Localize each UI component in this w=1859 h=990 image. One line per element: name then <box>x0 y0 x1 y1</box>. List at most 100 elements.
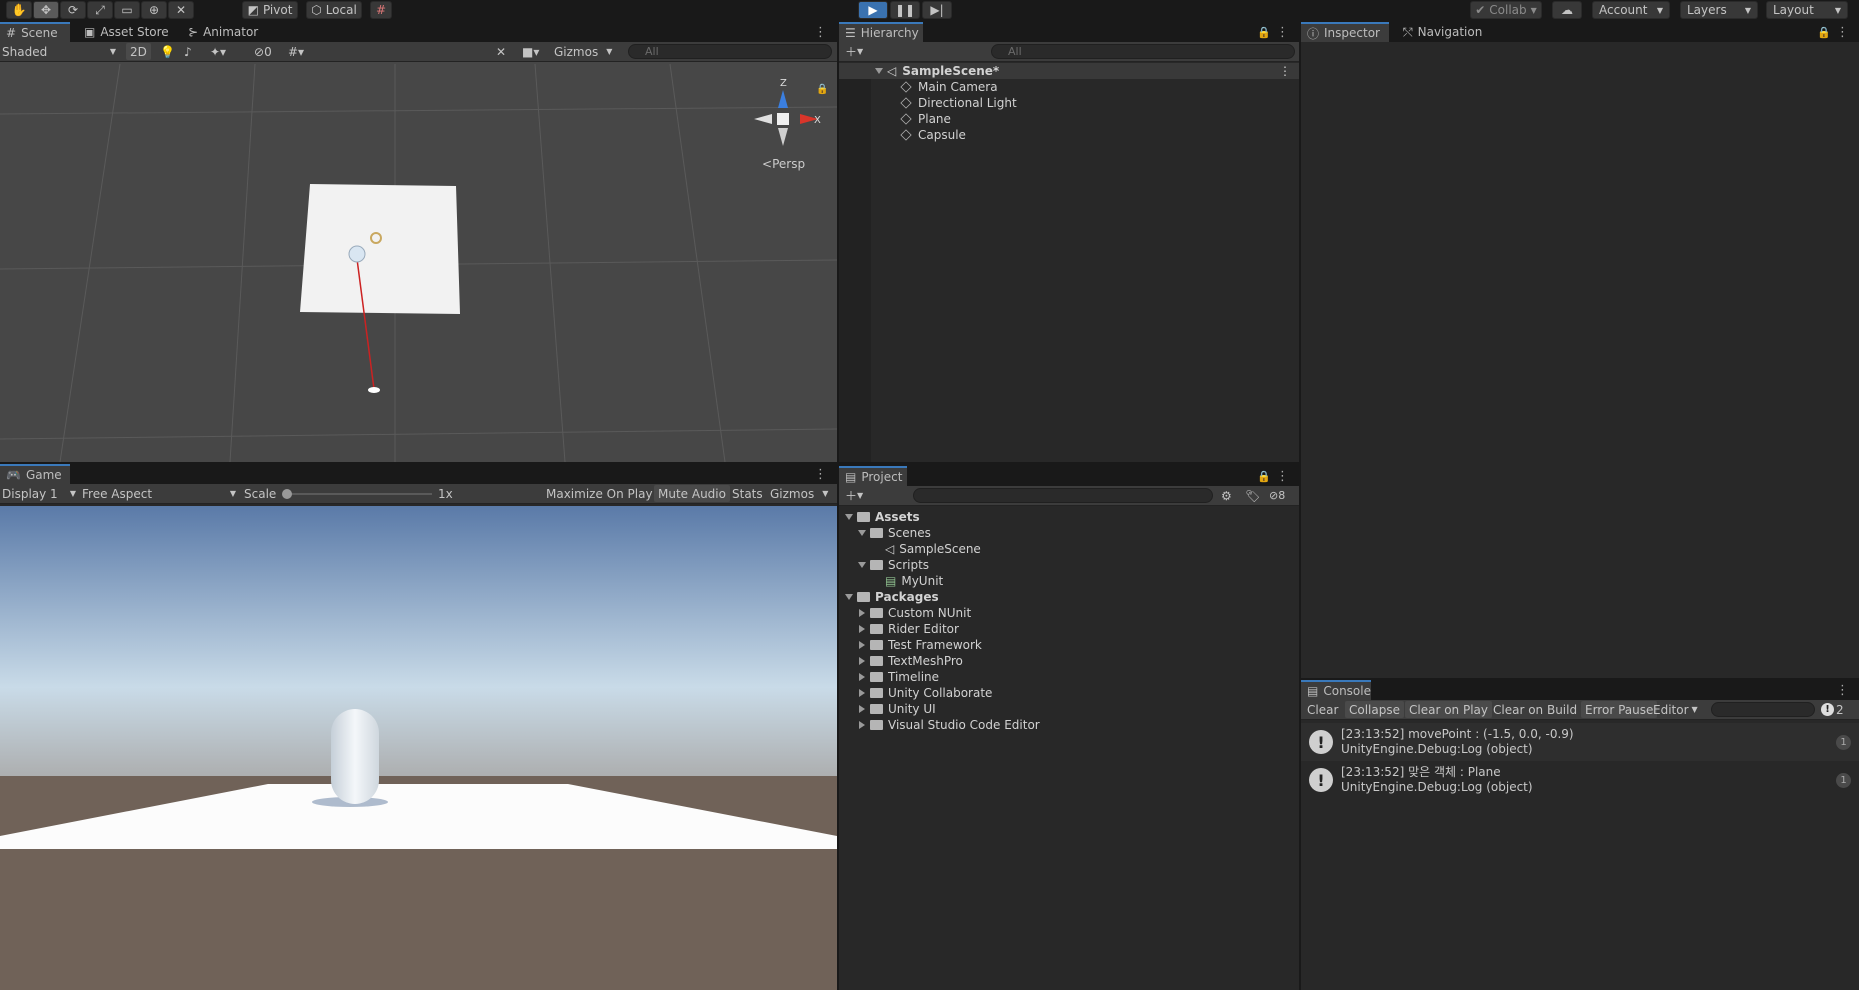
play-button[interactable]: ▶ <box>858 1 888 19</box>
persp-label[interactable]: <Persp <box>762 157 805 171</box>
tab-console[interactable]: ▤ Console <box>1301 680 1371 700</box>
tab-animator[interactable]: ⊱ Animator <box>182 22 264 42</box>
collapse-icon[interactable] <box>859 657 865 665</box>
collapse-icon[interactable] <box>859 689 865 697</box>
project-item[interactable]: Packages <box>839 589 1299 605</box>
pivot-button[interactable]: ◩ Pivot <box>242 1 298 19</box>
project-item[interactable]: ◁ SampleScene <box>839 541 1299 557</box>
tab-inspector[interactable]: ⓘ Inspector <box>1301 22 1389 42</box>
move-tool-icon[interactable]: ✥ <box>33 1 59 19</box>
pause-button[interactable]: ❚❚ <box>890 1 920 19</box>
tools-icon[interactable]: ✕ <box>496 43 506 60</box>
project-item[interactable]: Unity UI <box>839 701 1299 717</box>
project-item[interactable]: Visual Studio Code Editor <box>839 717 1299 733</box>
tab-asset-store[interactable]: ▣ Asset Store <box>78 22 175 42</box>
aspect-dropdown[interactable]: Free Aspect ▼ <box>82 485 236 502</box>
project-item[interactable]: ▤ MyUnit <box>839 573 1299 589</box>
shading-dropdown[interactable]: Shaded ▼ <box>2 43 116 60</box>
maximize-on-play-toggle[interactable]: Maximize On Play <box>546 485 653 502</box>
mute-audio-toggle[interactable]: Mute Audio <box>654 485 730 502</box>
rotate-tool-icon[interactable]: ⟳ <box>60 1 86 19</box>
project-item[interactable]: Scripts <box>839 557 1299 573</box>
add-button[interactable]: ＋ ▼ <box>845 43 863 60</box>
layers-dropdown[interactable]: Layers ▼ <box>1680 1 1758 19</box>
project-item[interactable]: Scenes <box>839 525 1299 541</box>
collapse-icon[interactable] <box>859 641 865 649</box>
menu-dots-icon[interactable]: ⋮ <box>1279 64 1291 78</box>
display-dropdown[interactable]: Display 1 ▼ <box>2 485 76 502</box>
hierarchy-item-capsule[interactable]: Capsule <box>839 127 1299 143</box>
step-button[interactable]: ▶| <box>922 1 952 19</box>
account-dropdown[interactable]: Account ▼ <box>1592 1 1670 19</box>
stats-toggle[interactable]: Stats <box>732 485 763 502</box>
filter-type-icon[interactable]: ⚙ <box>1221 487 1232 504</box>
clear-on-play-toggle[interactable]: Clear on Play <box>1405 701 1492 718</box>
clear-button[interactable]: Clear <box>1307 701 1338 718</box>
console-search-input[interactable] <box>1711 702 1815 717</box>
collapse-icon[interactable] <box>859 705 865 713</box>
custom-tool-icon[interactable]: ✕ <box>168 1 194 19</box>
project-item[interactable]: Timeline <box>839 669 1299 685</box>
transform-tool-icon[interactable]: ⊕ <box>141 1 167 19</box>
hand-tool-icon[interactable]: ✋ <box>6 1 32 19</box>
filter-label-icon[interactable]: 🏷 <box>1245 487 1260 504</box>
game-viewport[interactable] <box>0 506 837 990</box>
menu-dots-icon[interactable]: ⋮ <box>1276 466 1289 486</box>
lighting-icon[interactable]: 💡 <box>160 43 175 60</box>
lock-icon[interactable]: 🔒 <box>816 83 828 95</box>
grid-toggle-icon[interactable]: #▾ <box>288 43 304 60</box>
expand-icon[interactable] <box>858 530 866 536</box>
project-search-input[interactable] <box>913 488 1213 503</box>
editor-dropdown[interactable]: Editor ▼ <box>1653 701 1698 718</box>
collapse-icon[interactable] <box>859 625 865 633</box>
menu-dots-icon[interactable]: ⋮ <box>1836 680 1849 700</box>
plane-object[interactable] <box>300 184 460 314</box>
local-button[interactable]: ⬡ Local <box>306 1 362 19</box>
rect-tool-icon[interactable]: ▭ <box>114 1 140 19</box>
console-entry[interactable]: ! [23:13:52] 맞은 객체 : Plane UnityEngine.D… <box>1301 761 1859 799</box>
lock-icon[interactable]: 🔒 <box>1257 466 1271 486</box>
error-pause-toggle[interactable]: Error Pause <box>1581 701 1658 718</box>
collab-dropdown[interactable]: ✔ Collab ▼ <box>1470 1 1542 19</box>
scale-slider-handle[interactable] <box>282 489 292 499</box>
project-item[interactable]: Custom NUnit <box>839 605 1299 621</box>
menu-dots-icon[interactable]: ⋮ <box>814 22 827 42</box>
hierarchy-item-plane[interactable]: Plane <box>839 111 1299 127</box>
project-item[interactable]: Assets <box>839 509 1299 525</box>
scale-tool-icon[interactable]: ⤢ <box>87 1 113 19</box>
scene-row[interactable]: ◁ SampleScene* ⋮ <box>839 63 1299 79</box>
scene-search-input[interactable]: All <box>628 44 832 59</box>
menu-dots-icon[interactable]: ⋮ <box>1276 22 1289 42</box>
add-button[interactable]: ＋ ▼ <box>845 487 863 504</box>
scale-slider[interactable] <box>282 489 432 499</box>
layout-dropdown[interactable]: Layout ▼ <box>1766 1 1848 19</box>
game-gizmos-dropdown[interactable]: Gizmos ▼ <box>770 485 828 502</box>
scene-viewport[interactable]: Z X 🔒 <Persp <box>0 64 837 462</box>
cloud-button[interactable]: ☁ <box>1552 1 1582 19</box>
effects-icon[interactable]: ✦▾ <box>210 43 226 60</box>
2d-toggle[interactable]: 2D <box>126 43 151 60</box>
hidden-packages-toggle[interactable]: ⊘ 8 <box>1269 487 1285 504</box>
orientation-gizmo[interactable] <box>754 90 818 146</box>
menu-dots-icon[interactable]: ⋮ <box>1836 22 1849 42</box>
hierarchy-item-main-camera[interactable]: Main Camera <box>839 79 1299 95</box>
grid-snap-icon[interactable]: # <box>370 1 392 19</box>
project-item[interactable]: Unity Collaborate <box>839 685 1299 701</box>
hierarchy-item-directional-light[interactable]: Directional Light <box>839 95 1299 111</box>
tab-navigation[interactable]: ⤲ Navigation <box>1397 22 1488 42</box>
hierarchy-search-input[interactable]: All <box>991 44 1295 59</box>
collapse-icon[interactable] <box>859 721 865 729</box>
audio-icon[interactable]: ♪ <box>184 43 192 60</box>
project-item[interactable]: TextMeshPro <box>839 653 1299 669</box>
expand-icon[interactable] <box>875 68 883 74</box>
hidden-objects-toggle[interactable]: ⊘ 0 <box>254 43 272 60</box>
tab-scene[interactable]: # Scene <box>0 22 70 42</box>
lock-icon[interactable]: 🔒 <box>1817 22 1831 42</box>
expand-icon[interactable] <box>845 514 853 520</box>
capsule-object[interactable] <box>348 245 366 263</box>
project-item[interactable]: Rider Editor <box>839 621 1299 637</box>
gizmos-dropdown[interactable]: Gizmos ▼ <box>554 43 612 60</box>
collapse-icon[interactable] <box>859 609 865 617</box>
collapse-icon[interactable] <box>859 673 865 681</box>
tab-game[interactable]: 🎮 Game <box>0 464 70 484</box>
